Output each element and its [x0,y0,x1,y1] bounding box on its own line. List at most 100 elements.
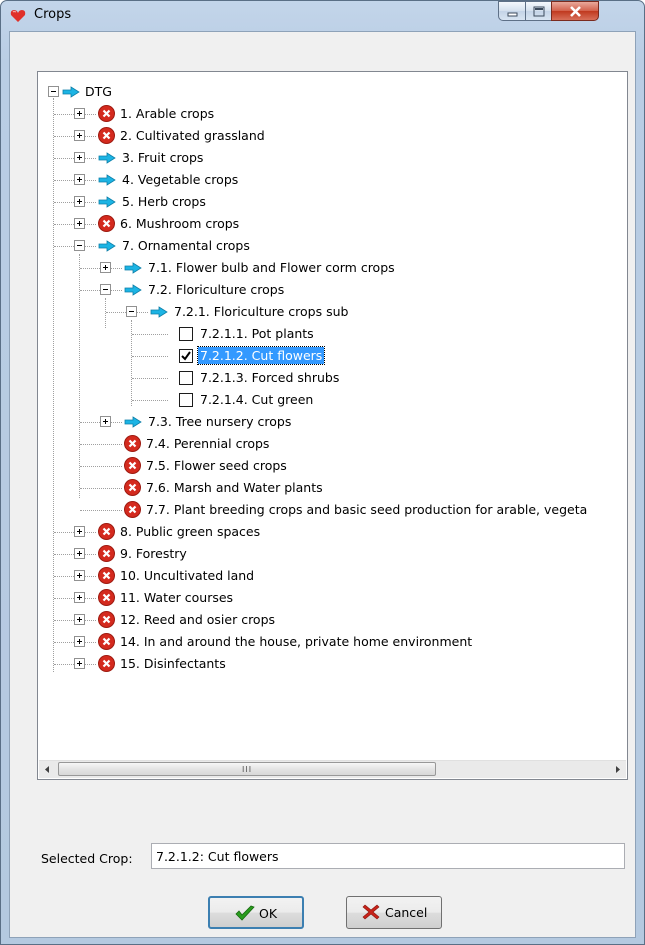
arrow-icon [98,152,116,164]
excluded-x-icon [98,567,115,584]
minimize-icon [507,12,518,17]
tree-line [132,356,168,357]
excluded-x-icon [98,611,115,628]
tree-node-label: 4. Vegetable crops [122,172,239,187]
scroll-right-button[interactable] [609,761,626,778]
arrow-icon [124,284,142,296]
window-title: Crops [34,7,72,22]
crops-tree[interactable]: DTG 1. Arable crops 2. Cultivated grassl… [37,71,628,780]
tree-line [80,466,122,467]
ok-button[interactable]: OK [208,896,304,929]
tree-node-label: 3. Fruit crops [122,150,204,165]
close-icon [570,6,581,17]
tree-node-label: 11. Water courses [120,590,234,605]
cancel-button-label: Cancel [385,905,428,920]
tree-node-label: 7.7. Plant breeding crops and basic seed… [146,502,588,517]
expand-icon[interactable] [100,262,111,273]
expand-icon[interactable] [74,130,85,141]
excluded-x-icon [124,501,141,518]
tree-node-label: 7.5. Flower seed crops [146,458,287,473]
scrollbar-grip: III [242,765,253,774]
expand-icon[interactable] [74,108,85,119]
collapse-icon[interactable] [100,284,111,295]
close-button[interactable] [551,1,599,21]
tree-node-label-selected: 7.2.1.2. Cut flowers [196,346,326,365]
expand-icon[interactable] [74,636,85,647]
scroll-left-button[interactable] [39,761,56,778]
tree-node-label: 10. Uncultivated land [120,568,255,583]
heart-icon [10,10,26,22]
chevron-left-icon [45,766,49,773]
scrollbar-thumb[interactable]: III [58,762,436,776]
arrow-icon [98,174,116,186]
minimize-button[interactable] [498,1,525,21]
expand-icon[interactable] [74,526,85,537]
checkbox[interactable] [179,393,193,407]
tree-node-label: 7.6. Marsh and Water plants [146,480,323,495]
horizontal-scrollbar[interactable]: III [39,760,626,778]
cancel-button[interactable]: Cancel [346,896,442,929]
excluded-x-icon [98,127,115,144]
tree-node-label: 7.1. Flower bulb and Flower corm crops [148,260,395,275]
selected-crop-field[interactable] [151,843,625,869]
tree-node-label: 5. Herb crops [122,194,206,209]
arrow-icon [150,306,168,318]
excluded-x-icon [124,479,141,496]
tree-node-label: 9. Forestry [120,546,187,561]
tree-node-label: 1. Arable crops [120,106,215,121]
cancel-x-icon [362,904,380,920]
tree-node-label: 7.2.1.1. Pot plants [200,326,314,341]
tree-line [132,400,168,401]
checkbox[interactable] [179,327,193,341]
excluded-x-icon [124,457,141,474]
tree-node-label: DTG [85,84,112,99]
collapse-icon[interactable] [48,86,59,97]
excluded-x-icon [98,589,115,606]
expand-icon[interactable] [74,196,85,207]
excluded-x-icon [98,215,115,232]
expand-icon[interactable] [74,570,85,581]
collapse-icon[interactable] [74,240,85,251]
tree-node-label: 7.2.1.4. Cut green [200,392,314,407]
check-icon [181,351,191,361]
tree-node-label: 7.2.1. Floriculture crops sub [174,304,349,319]
tree-node-label: 7.2.1.3. Forced shrubs [200,370,340,385]
expand-icon[interactable] [74,592,85,603]
excluded-x-icon [98,523,115,540]
arrow-icon [98,196,116,208]
tree-line [53,98,54,672]
excluded-x-icon [98,633,115,650]
expand-icon[interactable] [74,614,85,625]
expand-icon[interactable] [74,152,85,163]
expand-icon[interactable] [74,218,85,229]
excluded-x-icon [98,655,115,672]
arrow-icon [98,240,116,252]
tree-node-label: 8. Public green spaces [120,524,261,539]
checkmark-icon [235,905,255,921]
expand-icon[interactable] [74,658,85,669]
tree-node-label: 7.2. Floriculture crops [148,282,285,297]
tree-node-label: 7.3. Tree nursery crops [148,414,292,429]
expand-icon[interactable] [74,174,85,185]
checkbox-checked[interactable] [179,349,193,363]
collapse-icon[interactable] [126,306,137,317]
expand-icon[interactable] [100,416,111,427]
selected-crop-label: Selected Crop: [41,851,133,866]
tree-node-label: 7. Ornamental crops [122,238,250,253]
excluded-x-icon [98,105,115,122]
chevron-right-icon [616,766,620,773]
tree-line [132,334,168,335]
arrow-icon [62,86,80,98]
maximize-button[interactable] [525,1,551,21]
crops-window: Crops DTG 1. Arable crops 2. Cultivated … [0,0,645,945]
expand-icon[interactable] [74,548,85,559]
title-bar[interactable]: Crops [1,1,644,31]
tree-line [132,378,168,379]
checkbox[interactable] [179,371,193,385]
tree-node-label: 6. Mushroom crops [120,216,240,231]
tree-node-label: 14. In and around the house, private hom… [120,634,473,649]
tree-line [105,298,106,328]
tree-node-label: 2. Cultivated grassland [120,128,265,143]
excluded-x-icon [98,545,115,562]
tree-line [80,488,122,489]
